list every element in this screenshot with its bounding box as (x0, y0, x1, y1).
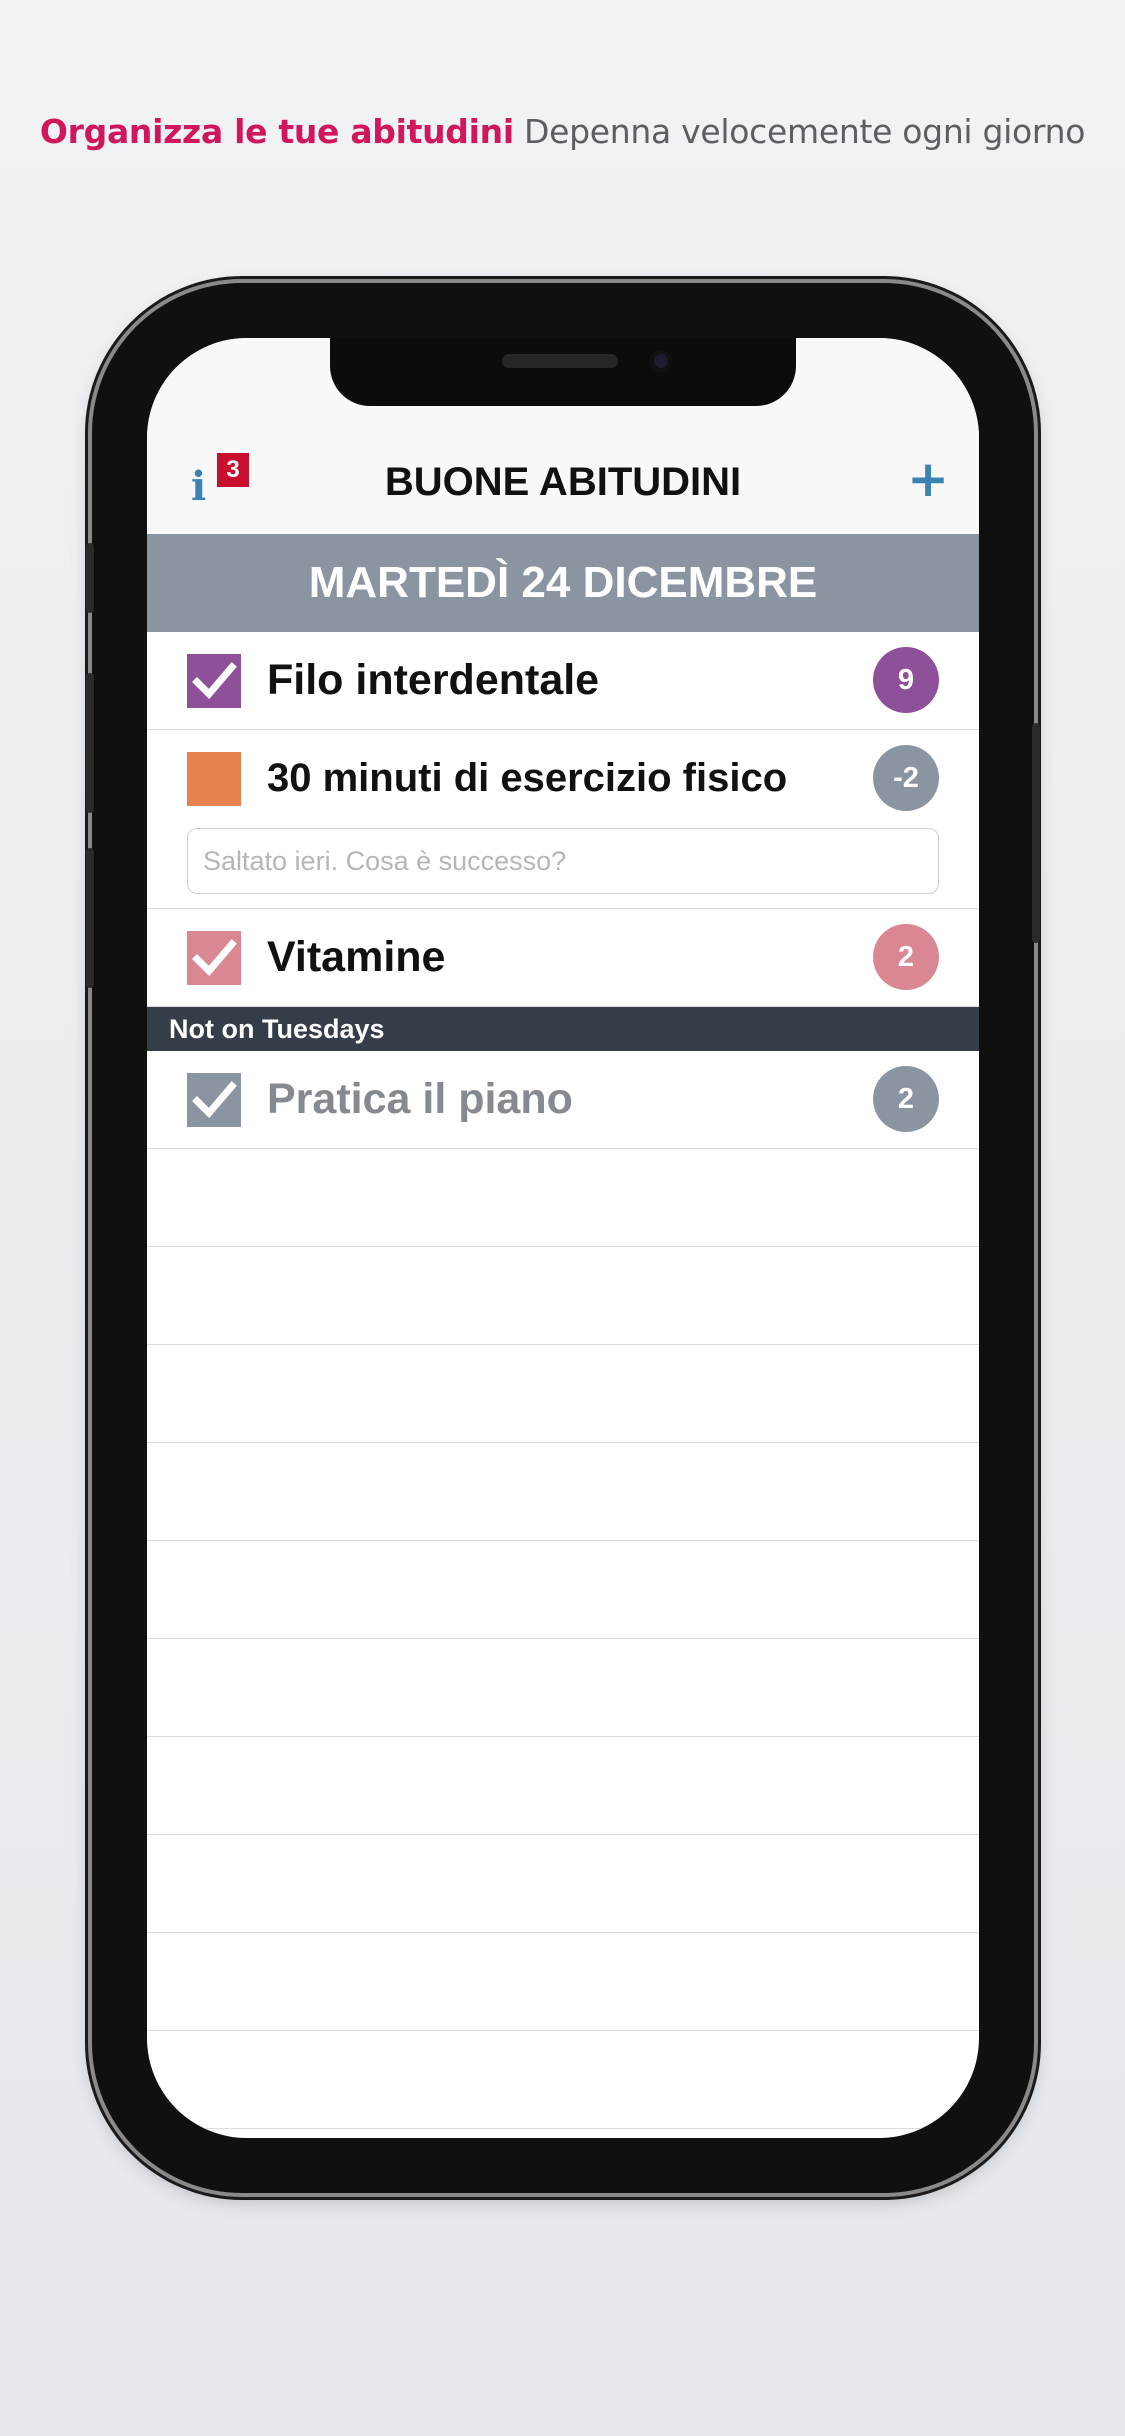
streak-count-badge: 2 (873, 924, 939, 990)
habit-row[interactable]: Pratica il piano 2 (147, 1051, 979, 1149)
add-habit-button[interactable]: + (907, 450, 949, 508)
power-button (1032, 723, 1040, 943)
empty-row (147, 1345, 979, 1443)
empty-row (147, 1541, 979, 1639)
side-button (86, 543, 94, 613)
headline-rest: Depenna velocemente ogni giorno (524, 112, 1086, 151)
section-title: Not on Tuesdays (169, 1014, 385, 1044)
volume-down-button (86, 848, 94, 988)
habit-label: 30 minuti di esercizio fisico (267, 756, 788, 800)
speaker-grille (502, 354, 618, 368)
missed-reason-input[interactable] (187, 828, 939, 894)
date-label: MARTEDÌ 24 DICEMBRE (308, 558, 818, 607)
phone-frame: i 3 BUONE ABITUDINI + MARTEDÌ 24 DICEMBR… (86, 283, 1040, 2193)
checkbox-checked-icon[interactable] (187, 931, 241, 985)
info-icon: i (191, 463, 207, 510)
habit-row[interactable]: 30 minuti di esercizio fisico -2 (147, 730, 979, 909)
checkbox-checked-icon[interactable] (187, 654, 241, 708)
notch (330, 338, 796, 406)
promo-headline: Organizza le tue abitudini Depenna veloc… (0, 112, 1125, 151)
date-header: MARTEDÌ 24 DICEMBRE (147, 534, 979, 632)
plus-icon: + (907, 450, 949, 508)
front-camera (650, 350, 672, 372)
empty-row (147, 1933, 979, 2031)
empty-row (147, 1247, 979, 1345)
habit-label: Filo interdentale (267, 656, 600, 704)
info-button[interactable]: i 3 (191, 453, 251, 519)
empty-row (147, 1149, 979, 1247)
habit-list: Filo interdentale 9 30 minuti di eserciz… (147, 632, 979, 2129)
section-header: Not on Tuesdays (147, 1007, 979, 1051)
empty-row (147, 1835, 979, 1933)
empty-row (147, 2031, 979, 2129)
empty-row (147, 1639, 979, 1737)
empty-row (147, 1737, 979, 1835)
notification-badge: 3 (217, 453, 249, 487)
phone-screen: i 3 BUONE ABITUDINI + MARTEDÌ 24 DICEMBR… (147, 338, 979, 2138)
checkbox-checked-icon[interactable] (187, 1073, 241, 1127)
habit-label: Vitamine (267, 933, 446, 981)
habit-row[interactable]: Vitamine 2 (147, 909, 979, 1007)
page-title: BUONE ABITUDINI (384, 460, 742, 504)
headline-accent: Organizza le tue abitudini (39, 112, 514, 151)
volume-up-button (86, 673, 94, 813)
habit-row[interactable]: Filo interdentale 9 (147, 632, 979, 730)
streak-count-badge: -2 (873, 745, 939, 811)
streak-count-badge: 9 (873, 647, 939, 713)
streak-count-badge: 2 (873, 1066, 939, 1132)
habit-label: Pratica il piano (267, 1075, 573, 1123)
empty-row (147, 1443, 979, 1541)
checkbox-unchecked-icon[interactable] (187, 752, 241, 806)
